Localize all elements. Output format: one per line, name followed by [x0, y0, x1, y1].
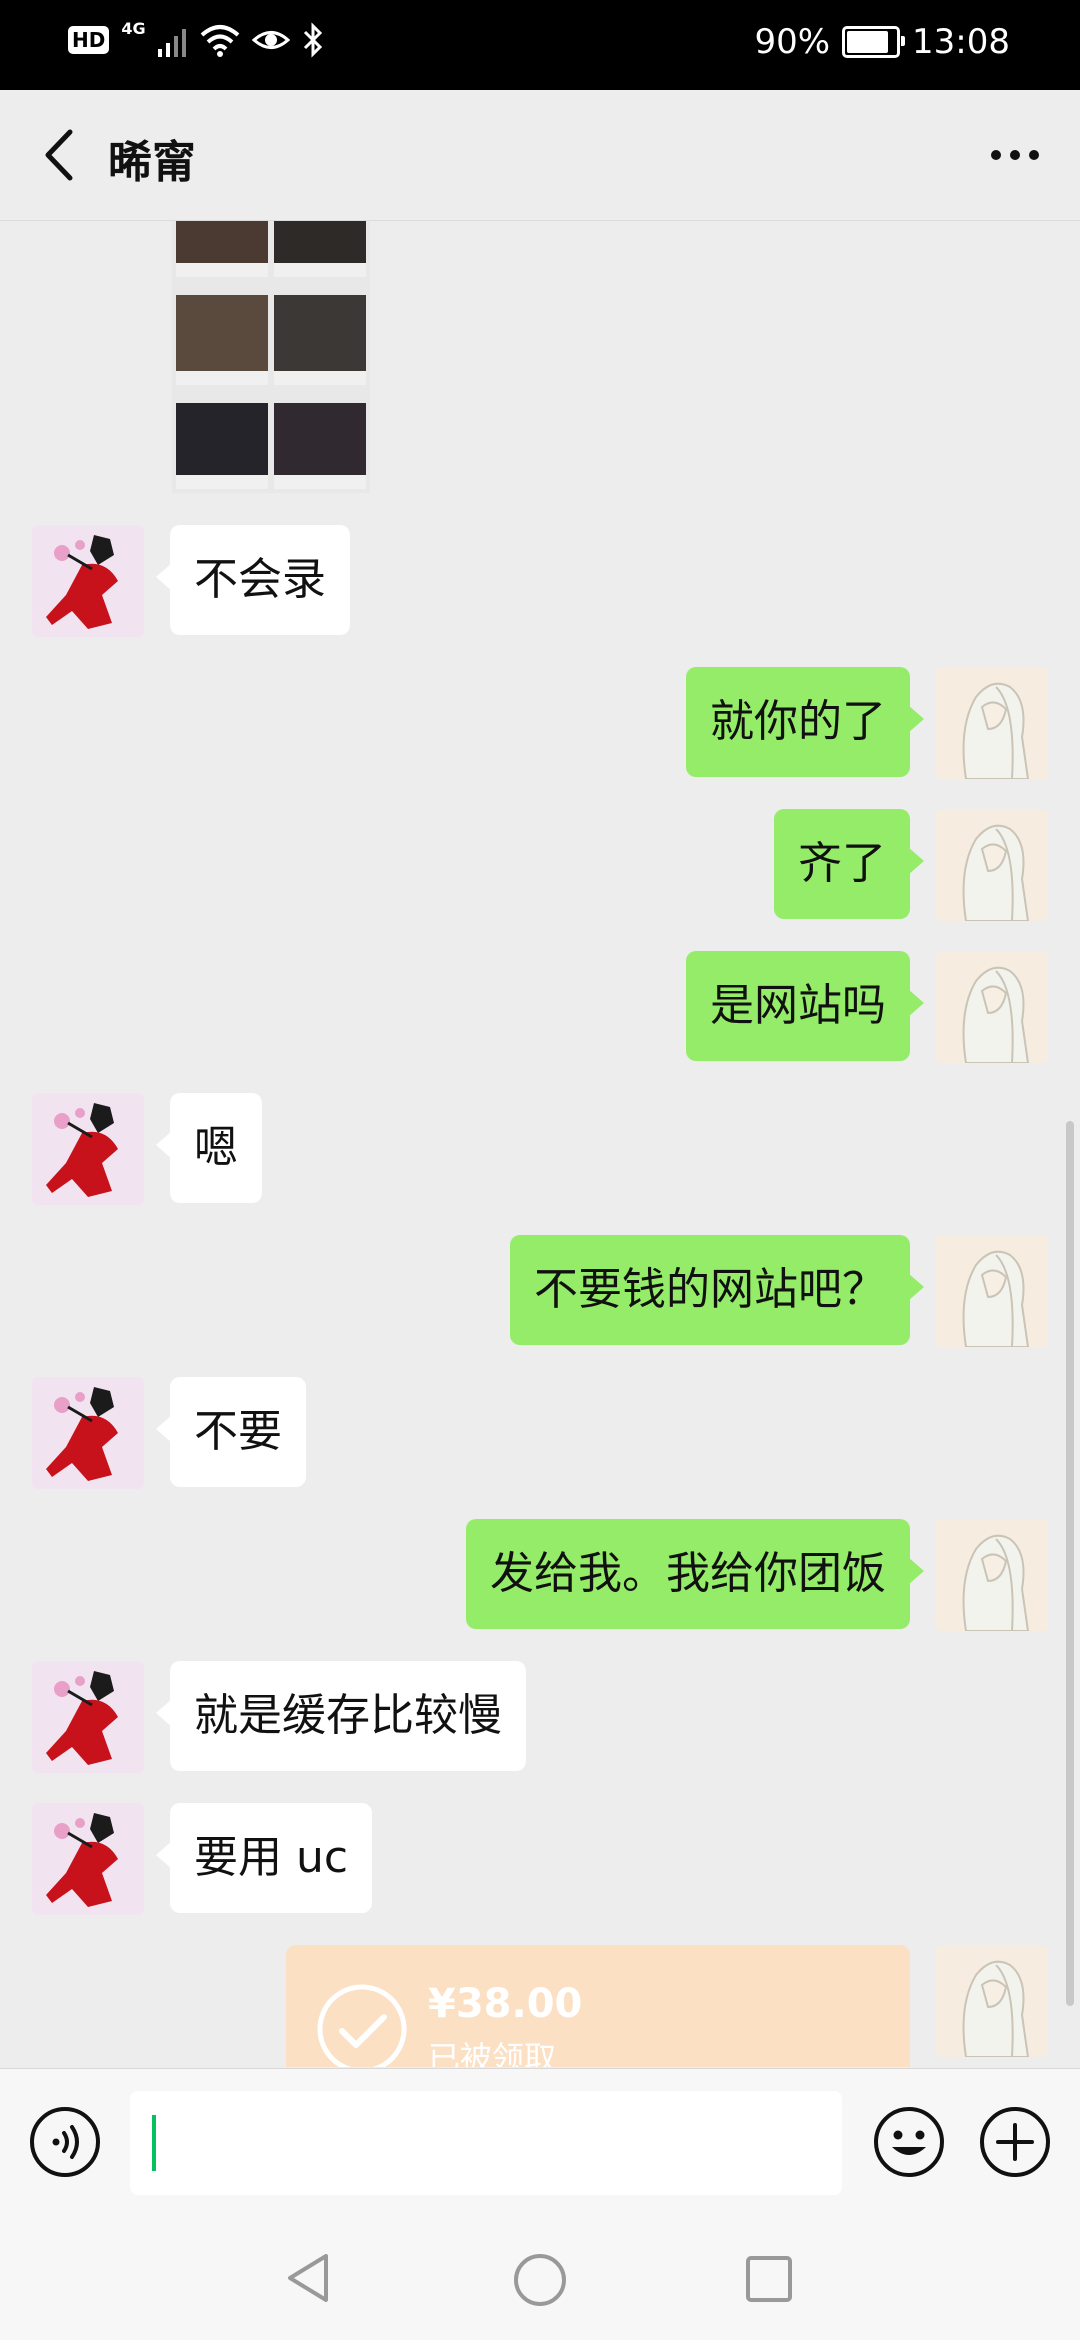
chat-area[interactable]: 不会录 就你的了 齐了 是网站吗 嗯 不要钱的网站吧？ 不要 发给我。我给你团饭…: [0, 221, 1080, 2067]
emoji-button[interactable]: [872, 2105, 946, 2179]
nav-home-button[interactable]: [512, 2252, 568, 2308]
nav-recent-button[interactable]: [744, 2254, 794, 2304]
status-bar: HD 4G 90% 13:08: [0, 0, 1080, 90]
eye-comfort-icon: [251, 31, 290, 49]
message-row: 就你的了: [0, 667, 1080, 779]
image-message[interactable]: [172, 221, 370, 493]
text-cursor: [152, 2115, 156, 2171]
wifi-icon: [200, 25, 239, 57]
message-row: 不要: [0, 1377, 1080, 1489]
message-row: 不要钱的网站吧？: [0, 1235, 1080, 1347]
outgoing-message[interactable]: 是网站吗: [686, 951, 924, 1061]
nav-recent-icon: [746, 2256, 792, 2302]
message-row: ¥38.00 已被领取: [0, 1945, 1080, 2067]
nav-home-icon: [514, 2254, 566, 2306]
check-circle-icon: [317, 1984, 407, 2067]
contact-avatar[interactable]: [32, 1661, 144, 1773]
contact-avatar[interactable]: [32, 1803, 144, 1915]
battery-level: [847, 31, 889, 53]
my-avatar[interactable]: [936, 951, 1048, 1063]
chevron-left-icon: [45, 129, 73, 181]
message-row: 嗯: [0, 1093, 1080, 1205]
message-row: 要用 uc: [0, 1803, 1080, 1915]
chat-title: 晞甯: [108, 137, 196, 188]
message-row: 发给我。我给你团饭: [0, 1519, 1080, 1631]
status-icons-right: 90% 13:08: [754, 22, 1010, 62]
contact-avatar[interactable]: [32, 1377, 144, 1489]
message-row: 就是缓存比较慢: [0, 1661, 1080, 1773]
outgoing-message[interactable]: 齐了: [774, 809, 924, 919]
contact-avatar[interactable]: [32, 1093, 144, 1205]
voice-icon: [30, 2107, 100, 2177]
message-row: 齐了: [0, 809, 1080, 921]
red-packet-amount: ¥38.00: [428, 1981, 583, 2027]
red-packet-status: 已被领取: [428, 2039, 557, 2067]
more-dots-icon: [991, 150, 1039, 160]
outgoing-message[interactable]: 就你的了: [686, 667, 924, 777]
bluetooth-icon: [303, 22, 322, 58]
more-functions-button[interactable]: [978, 2105, 1052, 2179]
more-button[interactable]: [990, 148, 1040, 162]
input-bar: [0, 2068, 1080, 2213]
incoming-message[interactable]: 要用 uc: [155, 1803, 373, 1913]
message-input[interactable]: [130, 2091, 842, 2195]
nav-back-button[interactable]: [282, 2252, 334, 2304]
signal-icon: [157, 29, 186, 57]
incoming-message[interactable]: 不会录: [156, 525, 350, 635]
plus-icon: [980, 2107, 1050, 2177]
chat-header: 晞甯: [0, 90, 1080, 221]
red-packet-message[interactable]: ¥38.00 已被领取: [286, 1945, 910, 2067]
emoji-icon: [874, 2107, 944, 2177]
my-avatar[interactable]: [936, 809, 1048, 921]
my-avatar[interactable]: [936, 1945, 1048, 2057]
battery-icon: [842, 26, 906, 58]
outgoing-message[interactable]: 不要钱的网站吧？: [510, 1235, 924, 1345]
my-avatar[interactable]: [936, 1519, 1048, 1631]
clock: 13:08: [912, 22, 1010, 62]
network-type: 4G: [121, 18, 146, 38]
status-icons-left: HD 4G: [68, 18, 324, 58]
voice-button[interactable]: [28, 2105, 102, 2179]
my-avatar[interactable]: [936, 667, 1048, 779]
battery-percent: 90%: [754, 22, 831, 62]
back-button[interactable]: [40, 128, 80, 182]
contact-avatar[interactable]: [32, 525, 144, 637]
incoming-message[interactable]: 嗯: [156, 1093, 262, 1203]
message-row: 不会录: [0, 525, 1080, 637]
system-nav-bar: [0, 2212, 1080, 2340]
message-row: 是网站吗: [0, 951, 1080, 1063]
my-avatar[interactable]: [936, 1235, 1048, 1347]
hd-badge: HD: [68, 26, 110, 54]
nav-back-icon: [288, 2254, 328, 2302]
outgoing-message[interactable]: 发给我。我给你团饭: [466, 1519, 924, 1629]
incoming-message[interactable]: 不要: [156, 1377, 306, 1487]
incoming-message[interactable]: 就是缓存比较慢: [156, 1661, 526, 1771]
